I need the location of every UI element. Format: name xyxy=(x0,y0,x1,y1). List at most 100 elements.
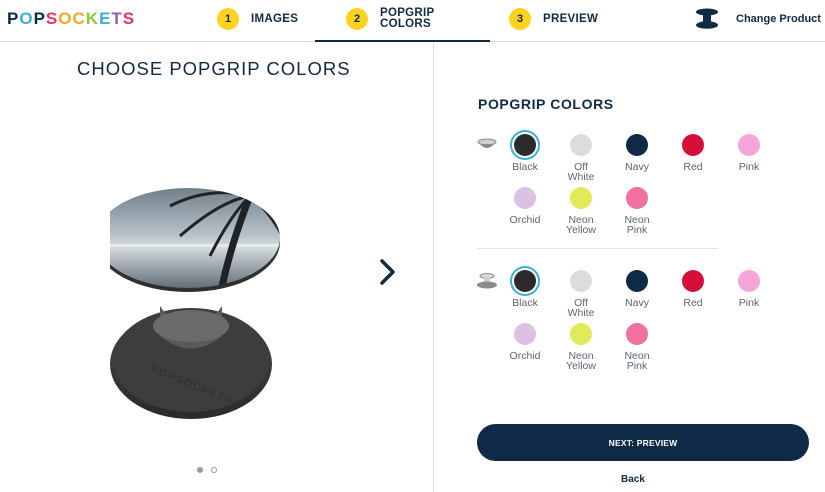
logo-letter: P xyxy=(7,9,20,28)
logo-letter: O xyxy=(19,9,34,28)
top-bar: POPSOCKETS 1 IMAGES 2 POPGRIP COLORS 3 P… xyxy=(0,0,825,42)
page-title: CHOOSE POPGRIP COLORS xyxy=(77,58,351,79)
step-label: IMAGES xyxy=(251,12,299,25)
color-label: Red xyxy=(665,161,721,173)
popsocket-product-icon xyxy=(696,8,718,29)
color-swatch xyxy=(738,270,760,292)
color-option-navy[interactable]: Navy xyxy=(609,270,665,308)
color-option-off-white[interactable]: Off White xyxy=(553,134,609,182)
carousel-dots xyxy=(197,467,217,473)
change-product-label: Change Product xyxy=(736,13,821,25)
color-swatch xyxy=(626,187,648,209)
logo-letter: O xyxy=(58,9,73,28)
color-label-line1: Orchid xyxy=(509,214,541,226)
color-swatch xyxy=(514,270,536,292)
color-swatch xyxy=(514,323,536,345)
logo-letter: S xyxy=(45,9,59,28)
logo-letter: S xyxy=(122,9,136,28)
color-option-neon-yellow[interactable]: Neon Yellow xyxy=(553,323,609,371)
color-option-neon-pink[interactable]: Neon Pink xyxy=(609,187,665,235)
color-label-line1: Navy xyxy=(625,297,649,309)
color-option-pink[interactable]: Pink xyxy=(721,134,777,172)
color-label: Black xyxy=(497,161,553,173)
color-label-line1: Pink xyxy=(738,297,760,309)
popsockets-logo[interactable]: POPSOCKETS xyxy=(7,9,135,29)
color-label: Neon Yellow xyxy=(553,351,609,372)
color-swatch xyxy=(626,134,648,156)
step-number-badge: 3 xyxy=(509,8,531,30)
back-link[interactable]: Back xyxy=(621,474,645,485)
step-label-line2: COLORS xyxy=(380,18,431,30)
step-images[interactable]: 1 IMAGES xyxy=(217,6,298,32)
carousel-dot-1[interactable] xyxy=(197,467,203,473)
color-label-line2: Yellow xyxy=(566,224,596,236)
color-label-line1: Pink xyxy=(738,161,760,173)
step-popgrip-colors[interactable]: 2 POPGRIP COLORS xyxy=(346,6,435,32)
color-label-line2: Yellow xyxy=(566,360,596,372)
logo-letter: E xyxy=(99,9,112,28)
color-swatch xyxy=(626,323,648,345)
step-label: POPGRIP COLORS xyxy=(380,7,435,30)
next-preview-button[interactable]: NEXT: PREVIEW xyxy=(477,424,809,461)
color-swatch xyxy=(514,134,536,156)
color-swatch xyxy=(570,323,592,345)
color-option-black[interactable]: Black xyxy=(497,134,553,172)
color-option-navy[interactable]: Navy xyxy=(609,134,665,172)
color-label: Neon Yellow xyxy=(553,215,609,236)
step-number-badge: 2 xyxy=(346,8,368,30)
section-title: POPGRIP COLORS xyxy=(478,96,614,112)
color-option-red[interactable]: Red xyxy=(665,270,721,308)
color-option-neon-yellow[interactable]: Neon Yellow xyxy=(553,187,609,235)
color-label-line1: Black xyxy=(512,161,538,173)
color-swatch xyxy=(738,134,760,156)
logo-letter: T xyxy=(111,9,123,28)
color-label-line2: White xyxy=(567,171,595,183)
color-label: Pink xyxy=(721,161,777,173)
step-label: PREVIEW xyxy=(543,12,599,25)
color-label: Navy xyxy=(609,161,665,173)
color-label-line1: Black xyxy=(512,297,538,309)
color-label-line1: Orchid xyxy=(509,350,541,362)
color-label: Orchid xyxy=(497,350,553,362)
color-swatch xyxy=(626,270,648,292)
color-option-red[interactable]: Red xyxy=(665,134,721,172)
color-label-line2: Pink xyxy=(626,360,648,372)
change-product-button[interactable]: Change Product xyxy=(694,8,821,30)
color-label-line1: Navy xyxy=(625,161,649,173)
preview-panel: CHOOSE POPGRIP COLORS POPSOCKETS xyxy=(0,43,433,492)
color-label-line1: Red xyxy=(683,297,703,309)
color-label: Off White xyxy=(553,298,609,319)
color-label-line2: White xyxy=(567,307,595,319)
color-label: Pink xyxy=(721,297,777,309)
color-swatch xyxy=(514,187,536,209)
color-swatch xyxy=(682,134,704,156)
active-step-underline xyxy=(315,40,490,42)
color-swatch xyxy=(570,187,592,209)
color-option-orchid[interactable]: Orchid xyxy=(497,187,553,225)
color-swatch xyxy=(570,270,592,292)
color-label: Neon Pink xyxy=(609,215,665,236)
color-label-line2: Pink xyxy=(626,224,648,236)
logo-letter: K xyxy=(85,9,100,28)
color-option-pink[interactable]: Pink xyxy=(721,270,777,308)
color-label: Orchid xyxy=(497,214,553,226)
color-label: Off White xyxy=(553,162,609,183)
section-divider xyxy=(477,248,718,249)
color-option-off-white[interactable]: Off White xyxy=(553,270,609,318)
panel-divider xyxy=(433,43,434,492)
step-number-badge: 1 xyxy=(217,8,239,30)
color-label: Neon Pink xyxy=(609,351,665,372)
carousel-dot-2[interactable] xyxy=(211,467,217,473)
logo-letter: P xyxy=(33,9,46,28)
color-swatch xyxy=(570,134,592,156)
color-option-black[interactable]: Black xyxy=(497,270,553,308)
color-label: Black xyxy=(497,297,553,309)
color-label: Navy xyxy=(609,297,665,309)
step-preview[interactable]: 3 PREVIEW xyxy=(509,6,598,32)
color-option-neon-pink[interactable]: Neon Pink xyxy=(609,323,665,371)
color-label: Red xyxy=(665,297,721,309)
popgrip-base-icon xyxy=(477,273,497,289)
carousel-next-arrow-icon[interactable] xyxy=(377,257,399,287)
color-option-orchid[interactable]: Orchid xyxy=(497,323,553,361)
color-label-line1: Red xyxy=(683,161,703,173)
